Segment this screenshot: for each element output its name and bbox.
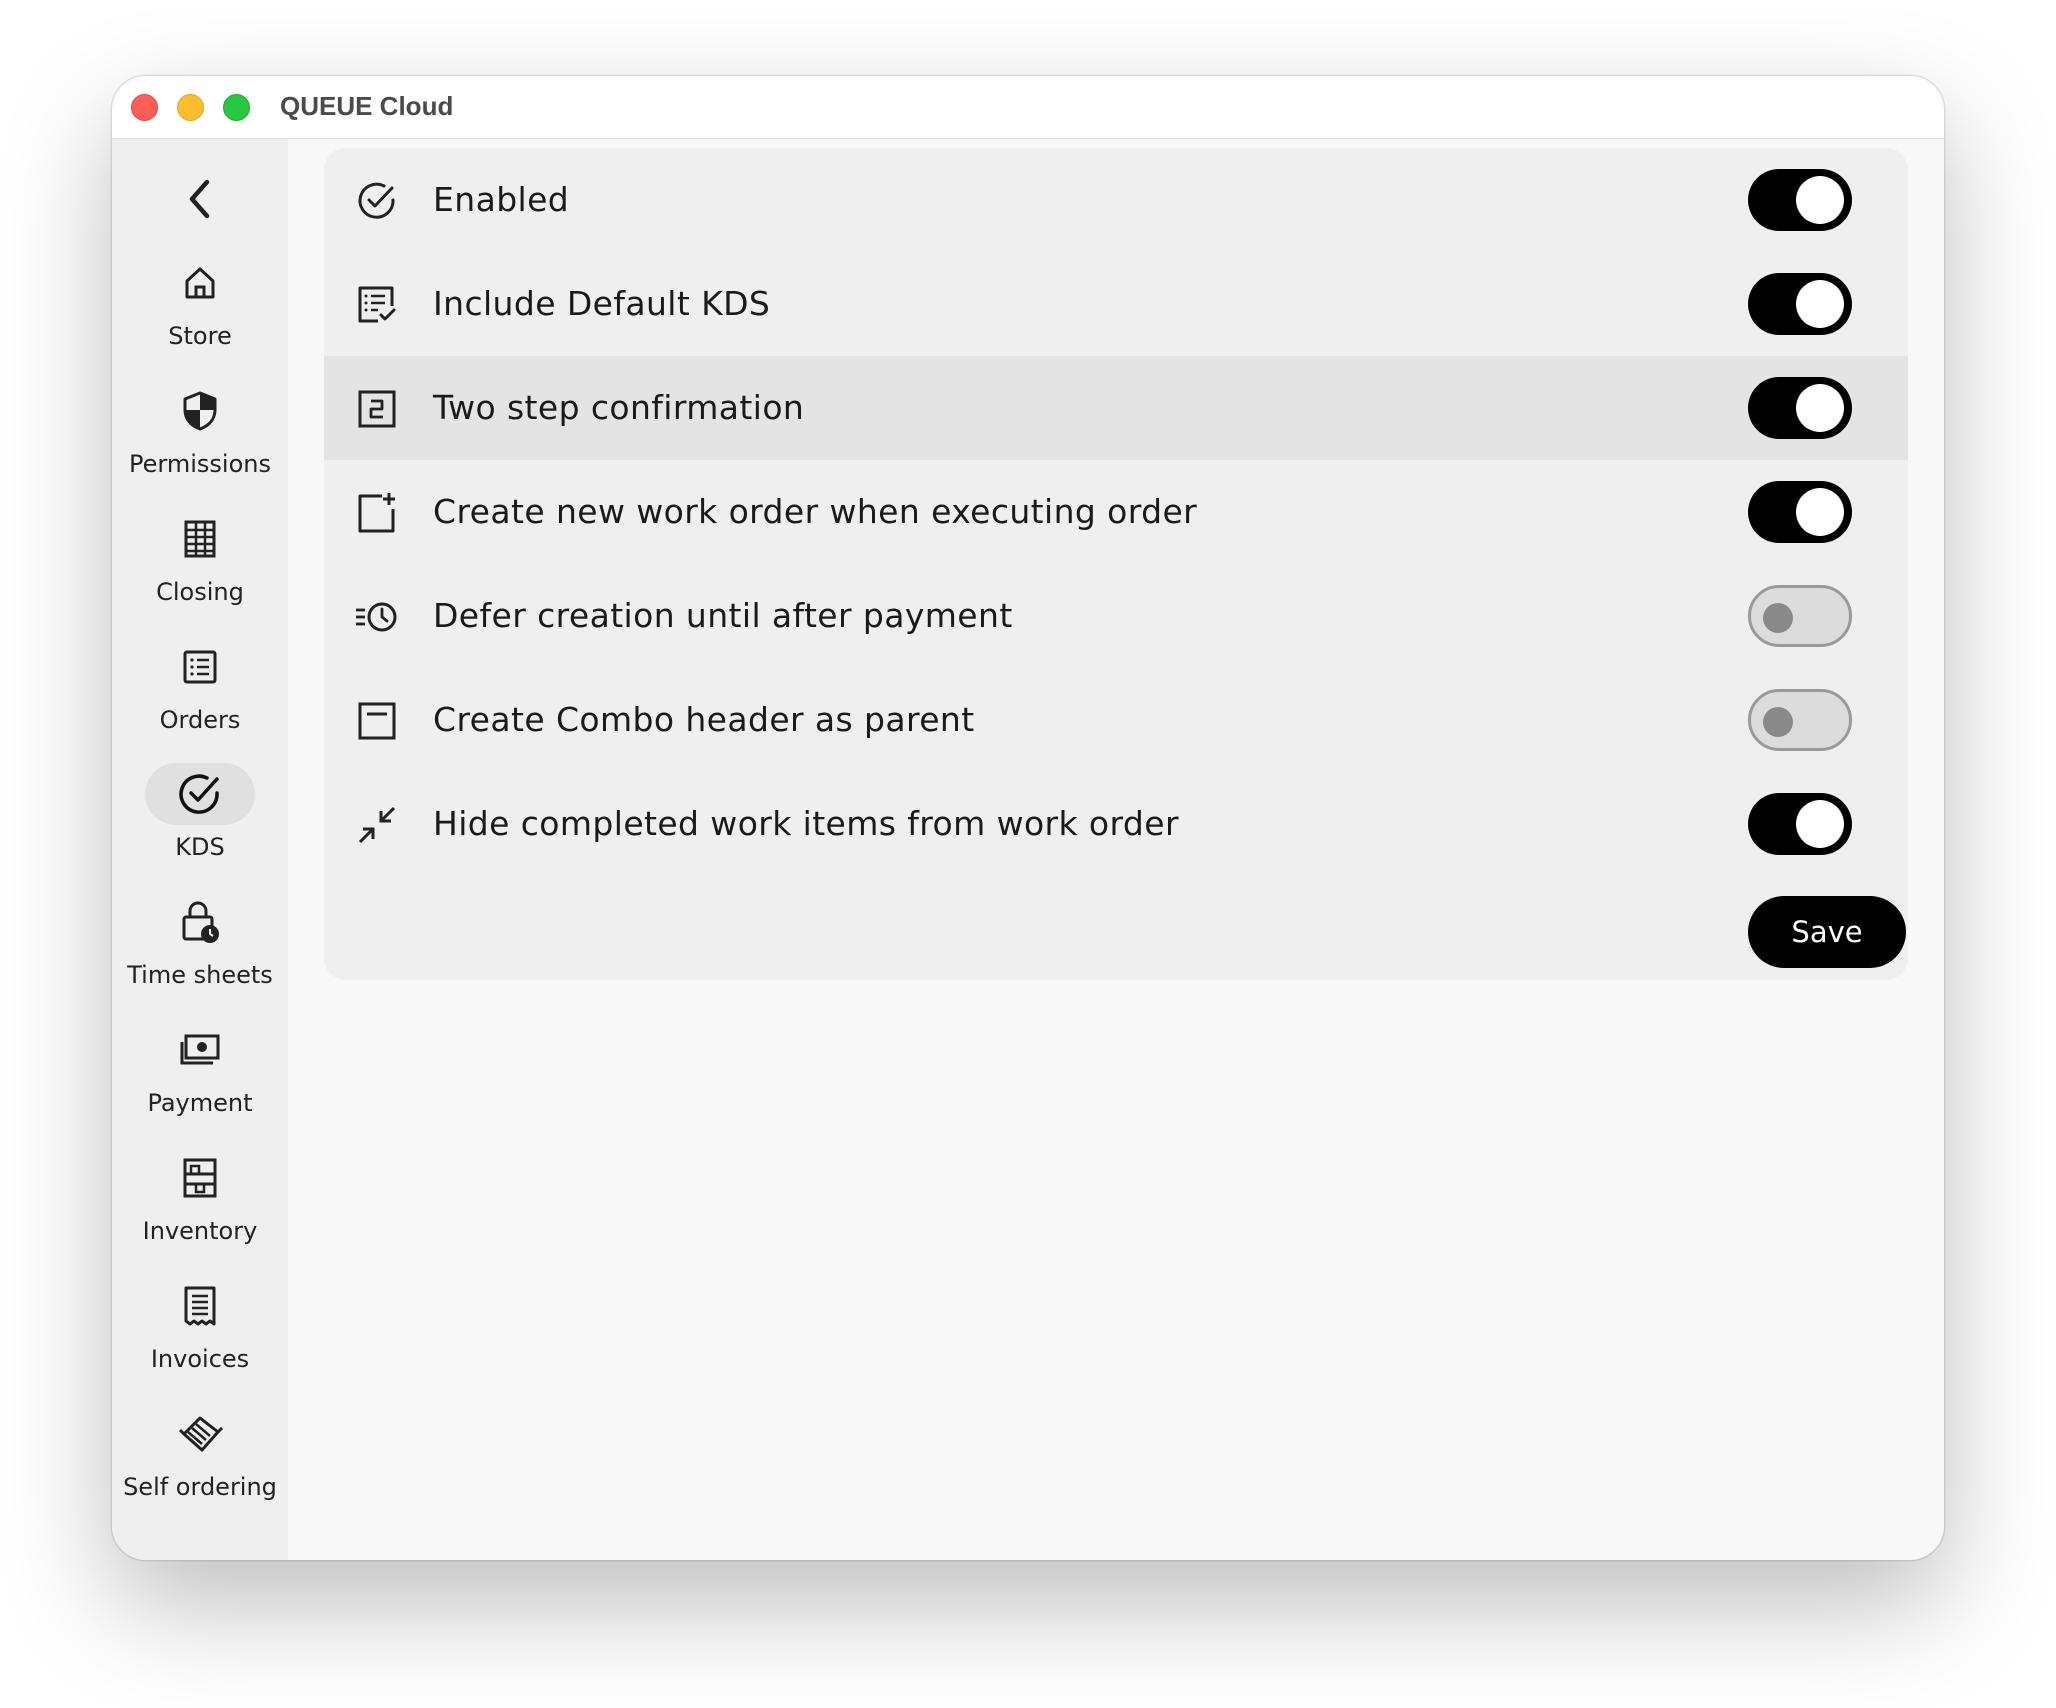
setting-row-defer-creation: Defer creation until after payment (324, 564, 1908, 668)
minimize-window-button[interactable] (177, 94, 204, 121)
sidebar-item-label: Permissions (129, 450, 271, 478)
sidebar-item-kds[interactable]: KDS (112, 763, 288, 883)
defer-creation-toggle[interactable] (1748, 585, 1852, 647)
toggle-knob (1796, 488, 1844, 536)
sidebar-item-payment[interactable]: Payment (112, 1019, 288, 1139)
sidebar-item-label: Self ordering (123, 1473, 277, 1501)
setting-label: Two step confirmation (433, 388, 805, 427)
kds-settings-panel: Enabled Include Default KDS Two step con… (324, 148, 1908, 980)
cash-icon (180, 1034, 220, 1065)
sidebar-item-store[interactable]: Store (112, 252, 288, 372)
zoom-window-button[interactable] (223, 94, 250, 121)
create-new-work-order-toggle[interactable] (1748, 481, 1852, 543)
toggle-knob (1796, 384, 1844, 432)
setting-label: Hide completed work items from work orde… (433, 804, 1179, 843)
list-icon (183, 650, 217, 684)
save-button-label: Save (1791, 915, 1863, 949)
shield-icon (183, 391, 217, 431)
toggle-knob (1763, 707, 1793, 737)
sidebar-item-time-sheets[interactable]: Time sheets (112, 891, 288, 1011)
sidebar-item-closing[interactable]: Closing (112, 508, 288, 628)
sidebar-item-permissions[interactable]: Permissions (112, 380, 288, 500)
include-default-kds-toggle[interactable] (1748, 273, 1852, 335)
setting-label: Defer creation until after payment (433, 596, 1013, 635)
add-document-icon (358, 493, 395, 533)
two-step-confirmation-toggle[interactable] (1748, 377, 1852, 439)
title-bar: QUEUE Cloud (112, 76, 1944, 139)
warehouse-icon (183, 1158, 217, 1198)
hide-completed-items-toggle[interactable] (1748, 793, 1852, 855)
setting-row-enabled: Enabled (324, 148, 1908, 252)
receipt-icon (184, 1286, 216, 1326)
clock-lines-icon (356, 602, 397, 632)
setting-row-create-new-work-order: Create new work order when executing ord… (324, 460, 1908, 564)
number-two-box-icon (358, 390, 396, 428)
sidebar-item-self-ordering[interactable]: Self ordering (112, 1403, 288, 1523)
sidebar-item-label: Orders (159, 706, 241, 734)
app-window: QUEUE Cloud Store Permissions Closing Or… (112, 76, 1944, 1560)
toggle-knob (1796, 280, 1844, 328)
setting-row-hide-completed-items: Hide completed work items from work orde… (324, 772, 1908, 876)
home-icon (185, 267, 215, 299)
setting-label: Create new work order when executing ord… (433, 492, 1198, 531)
lock-clock-icon (182, 901, 219, 943)
setting-label: Enabled (433, 180, 570, 219)
toggle-knob (1796, 176, 1844, 224)
sidebar-item-label: Closing (156, 578, 244, 606)
toggle-knob (1763, 603, 1793, 633)
close-window-button[interactable] (131, 94, 158, 121)
setting-label: Create Combo header as parent (433, 700, 975, 739)
setting-label: Include Default KDS (433, 284, 771, 323)
sidebar: Store Permissions Closing Orders KDS Tim… (112, 139, 288, 1560)
header-box-icon (358, 702, 396, 740)
setting-row-two-step-confirmation: Two step confirmation (324, 356, 1908, 460)
sidebar-item-label: Inventory (142, 1217, 258, 1245)
check-circle-icon (179, 774, 219, 814)
chevron-left-icon (189, 179, 210, 219)
sidebar-item-orders[interactable]: Orders (112, 636, 288, 756)
sidebar-item-label: Time sheets (127, 961, 273, 989)
window-title: QUEUE Cloud (280, 91, 454, 121)
toggle-knob (1796, 800, 1844, 848)
list-check-icon (358, 286, 396, 323)
sidebar-item-label: Invoices (150, 1345, 250, 1373)
back-button[interactable] (178, 177, 222, 221)
ledger-icon (184, 520, 216, 558)
sidebar-item-inventory[interactable]: Inventory (112, 1147, 288, 1267)
check-circle-icon (358, 182, 395, 219)
enabled-toggle[interactable] (1748, 169, 1852, 231)
sidebar-item-label: Payment (147, 1089, 253, 1117)
sidebar-item-label: Store (168, 322, 232, 350)
collapse-arrows-icon (358, 806, 396, 844)
sidebar-item-invoices[interactable]: Invoices (112, 1275, 288, 1395)
sidebar-item-label: KDS (175, 833, 225, 861)
setting-row-create-combo-header: Create Combo header as parent (324, 668, 1908, 772)
handshake-icon (178, 1416, 224, 1452)
save-button[interactable]: Save (1748, 896, 1906, 968)
create-combo-header-toggle[interactable] (1748, 689, 1852, 751)
setting-row-include-default-kds: Include Default KDS (324, 252, 1908, 356)
